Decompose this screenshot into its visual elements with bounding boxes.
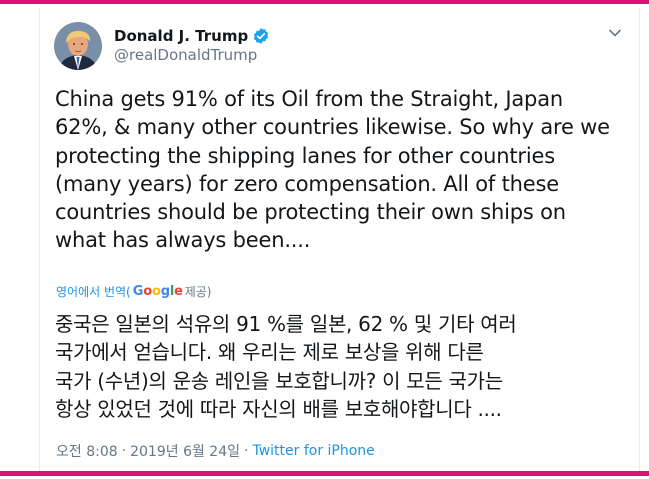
top-accent-bar bbox=[0, 0, 649, 4]
translation-provider-label: 제공) bbox=[184, 284, 212, 299]
google-logo: Google bbox=[132, 283, 183, 299]
display-name[interactable]: Donald J. Trump bbox=[114, 27, 248, 45]
tweet-metadata: 오전 8:08 · 2019년 6월 24일 · Twitter for iPh… bbox=[56, 441, 375, 461]
separator: · bbox=[244, 443, 249, 459]
bottom-accent-bar bbox=[0, 471, 649, 476]
tweet-time[interactable]: 오전 8:08 bbox=[56, 441, 118, 461]
translated-tweet-text: 중국은 일본의 석유의 91 %를 일본, 62 % 및 기타 여러 국가에서 … bbox=[55, 312, 517, 421]
translated-from-link[interactable]: 영어에서 번역( bbox=[56, 283, 131, 300]
tweet-text: China gets 91% of its Oil from the Strai… bbox=[55, 87, 610, 253]
chevron-down-icon[interactable] bbox=[606, 24, 624, 42]
author-name-row: Donald J. Trump bbox=[114, 26, 270, 46]
translation-attribution: 영어에서 번역( Google 제공) bbox=[56, 282, 211, 300]
avatar[interactable] bbox=[54, 22, 102, 70]
verified-badge-icon bbox=[252, 27, 270, 45]
tweet-date[interactable]: 2019년 6월 24일 bbox=[130, 441, 240, 461]
author-handle[interactable]: @realDonaldTrump bbox=[114, 46, 257, 64]
tweet-source-link[interactable]: Twitter for iPhone bbox=[252, 443, 374, 459]
separator: · bbox=[121, 443, 127, 459]
